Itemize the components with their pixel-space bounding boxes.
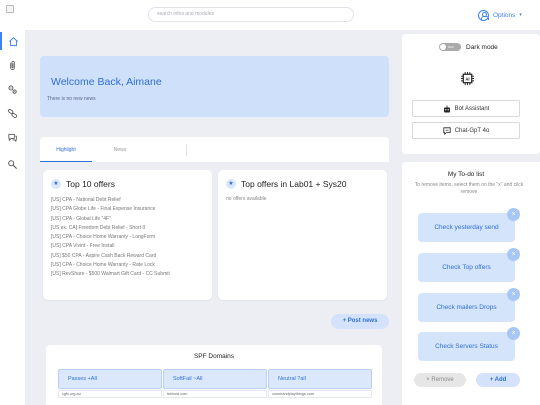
todo-item-label: Check yesterday send xyxy=(434,224,499,231)
top-offers-title: Top 10 offers xyxy=(66,179,115,189)
offer-item[interactable]: [US ex. CA] Freedom Debt Relief - Short … xyxy=(51,224,170,233)
top-offers-header: ★ Top 10 offers xyxy=(51,179,115,189)
tab-news[interactable]: News xyxy=(94,137,146,162)
post-news-button[interactable]: + Post news xyxy=(331,314,389,329)
logo-image xyxy=(6,5,14,13)
sidebar-item-settings[interactable] xyxy=(0,80,25,98)
spf-cell: cgfc.org.au xyxy=(58,390,162,398)
offer-item[interactable]: [US] CPA Globe Life - Final Expense Insu… xyxy=(51,205,170,214)
spf-column-neutral[interactable]: Neutral ?all xyxy=(268,369,372,389)
lab-offers-card: ★ Top offers in Lab01 + Sys20 no offers … xyxy=(218,170,387,300)
remove-label: Remove xyxy=(431,377,454,383)
todo-item-label: Check Top offers xyxy=(442,264,491,271)
svg-text:AI: AI xyxy=(465,76,469,81)
offer-item[interactable]: [US] CPA - National Debt Relief xyxy=(51,196,170,205)
offer-item[interactable]: [US] $50 CPA - Aspire Cash Back Reward C… xyxy=(51,252,170,261)
spf-cell: commandplaythings.com xyxy=(268,390,372,398)
todo-title: My To-do list xyxy=(447,171,485,178)
chevron-down-icon: ▾ xyxy=(519,12,522,18)
offer-item[interactable]: [US] CPA - Global Life "4F" xyxy=(51,215,170,224)
assistant-panel: OFF Dark mode AI Bot Assistant Chat-GpT … xyxy=(402,34,540,154)
link-icon xyxy=(7,108,18,118)
robot-icon xyxy=(443,105,450,112)
todo-item-label: Check Servers Status xyxy=(435,343,498,350)
chatgpt-label: Chat-GpT 4o xyxy=(454,127,490,134)
close-icon[interactable]: × xyxy=(507,327,520,340)
bot-assistant-label: Bot Assistant xyxy=(454,105,490,112)
ai-chip-icon: AI xyxy=(460,71,475,86)
dark-mode-label: Dark mode xyxy=(466,43,498,51)
sidebar-item-chat[interactable] xyxy=(0,128,25,146)
remove-button[interactable]: × Remove xyxy=(414,373,466,387)
content-tabs: Highlight News xyxy=(40,137,389,162)
add-button[interactable]: + Add xyxy=(476,373,520,387)
chat-bubble-icon xyxy=(443,126,451,135)
todo-instructions: To remove items, select them on the "x" … xyxy=(414,182,524,195)
todo-item[interactable]: Check Top offers × xyxy=(418,248,520,282)
chatgpt-button[interactable]: Chat-GpT 4o xyxy=(412,122,520,139)
sidebar-item-files[interactable] xyxy=(0,56,25,74)
top-offers-card: ★ Top 10 offers [US] CPA - National Debt… xyxy=(43,170,212,300)
welcome-subtitle: There is no new news xyxy=(47,96,96,102)
chat-icon xyxy=(8,133,17,142)
sidebar xyxy=(0,30,25,405)
spf-column-softfail[interactable]: SoftFail ~All xyxy=(163,369,267,389)
sidebar-item-search[interactable] xyxy=(0,155,25,173)
gears-icon xyxy=(8,84,17,94)
sidebar-item-home[interactable] xyxy=(0,32,25,50)
offer-item[interactable]: [US] CPA Vivint - Free Install xyxy=(51,242,170,251)
close-icon[interactable]: × xyxy=(507,208,520,221)
tab-highlight[interactable]: Highlight xyxy=(40,137,92,162)
no-offers-text: no offers available xyxy=(226,196,267,202)
options-label: Options xyxy=(493,11,516,19)
star-icon: ★ xyxy=(51,179,61,189)
home-icon xyxy=(9,36,18,46)
tab-divider xyxy=(186,144,187,156)
toggle-knob xyxy=(440,44,446,50)
close-icon[interactable]: × xyxy=(507,288,520,301)
star-icon: ★ xyxy=(226,179,236,189)
spf-cell: tekhost.com xyxy=(163,390,267,398)
welcome-title: Welcome Back, Aimane xyxy=(51,76,162,88)
welcome-banner: Welcome Back, Aimane There is no new new… xyxy=(40,56,389,117)
remove-x-icon: × xyxy=(426,377,430,383)
offers-list: [US] CPA - National Debt Relief [US] CPA… xyxy=(51,196,170,280)
spf-title: SPF Domains xyxy=(193,353,235,360)
lab-offers-title: Top offers in Lab01 + Sys20 xyxy=(241,179,347,189)
user-icon xyxy=(478,9,489,21)
dark-mode-setting: OFF Dark mode xyxy=(439,43,498,51)
offer-item[interactable]: [US] RevShare - $500 Walmart Gift Card -… xyxy=(51,270,170,279)
search-key-icon xyxy=(8,159,17,169)
search-input[interactable]: search infos and modules xyxy=(148,7,354,22)
bot-assistant-button[interactable]: Bot Assistant xyxy=(412,100,520,117)
close-icon[interactable]: × xyxy=(507,248,520,261)
lab-offers-header: ★ Top offers in Lab01 + Sys20 xyxy=(226,179,346,189)
paperclip-icon xyxy=(10,60,15,70)
dark-mode-toggle[interactable]: OFF xyxy=(439,43,461,51)
todo-item[interactable]: Check Servers Status × xyxy=(418,327,520,361)
top-bar: search infos and modules Options ▾ xyxy=(0,0,540,30)
todo-panel: My To-do list To remove items, select th… xyxy=(402,162,540,405)
offer-item[interactable]: [US] CPA - Choice Home Warranty - LongFo… xyxy=(51,233,170,242)
todo-item-label: Check mailers Drops xyxy=(436,304,497,311)
options-menu[interactable]: Options ▾ xyxy=(478,8,522,22)
offer-item[interactable]: [US] CPA - Choice Home Warranty - Rate L… xyxy=(51,261,170,270)
todo-item[interactable]: Check mailers Drops × xyxy=(418,288,520,322)
sidebar-item-links[interactable] xyxy=(0,104,25,122)
todo-item[interactable]: Check yesterday send × xyxy=(418,208,520,242)
toggle-text: OFF xyxy=(448,45,454,49)
spf-column-passes[interactable]: Passes +All xyxy=(58,369,162,389)
spf-domains-panel: SPF Domains Passes +All SoftFail ~All Ne… xyxy=(46,345,382,405)
